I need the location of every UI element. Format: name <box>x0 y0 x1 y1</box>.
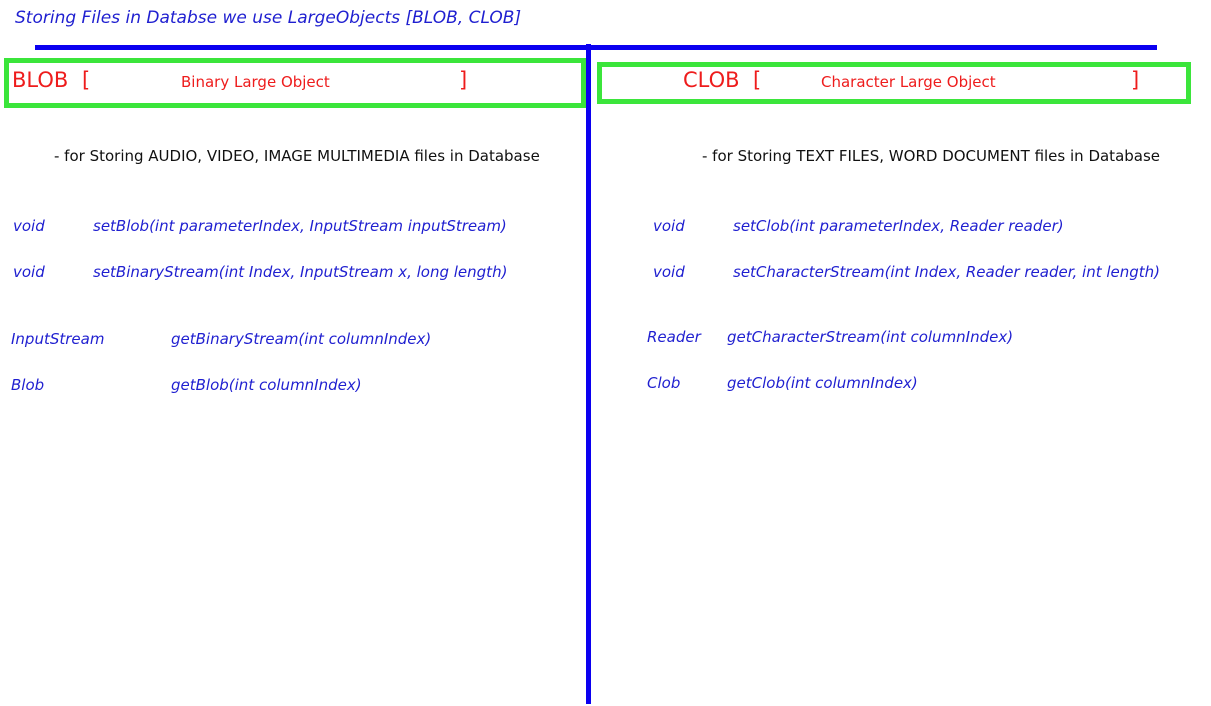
clob-setter-type: void <box>653 263 685 281</box>
clob-setter-signature: setCharacterStream(int Index, Reader rea… <box>733 263 1161 281</box>
blob-setter-signature: setBinaryStream(int Index, InputStream x… <box>93 263 508 281</box>
clob-close-bracket: ] <box>1131 68 1140 92</box>
clob-getter-type: Reader <box>647 328 701 346</box>
clob-heading: CLOB <box>683 68 740 92</box>
page-title: Storing Files in Databse we use LargeObj… <box>15 8 522 28</box>
blob-full-name: Binary Large Object <box>181 73 330 91</box>
clob-getter-type: Clob <box>647 374 681 392</box>
blob-description: - for Storing AUDIO, VIDEO, IMAGE MULTIM… <box>54 147 540 165</box>
clob-setter-type: void <box>653 217 685 235</box>
blob-open-bracket: [ <box>82 68 91 92</box>
blob-close-bracket: ] <box>459 68 468 92</box>
clob-description: - for Storing TEXT FILES, WORD DOCUMENT … <box>702 147 1161 165</box>
blob-getter-type: InputStream <box>11 330 105 348</box>
vertical-divider <box>586 44 591 704</box>
blob-getter-type: Blob <box>11 376 45 394</box>
blob-setter-type: void <box>13 263 45 281</box>
clob-setter-signature: setClob(int parameterIndex, Reader reade… <box>733 217 1064 235</box>
blob-getter-signature: getBlob(int columnIndex) <box>171 376 362 394</box>
blob-setter-signature: setBlob(int parameterIndex, InputStream … <box>93 217 507 235</box>
blob-setter-type: void <box>13 217 45 235</box>
blob-heading: BLOB <box>12 68 69 92</box>
blob-getter-signature: getBinaryStream(int columnIndex) <box>171 330 432 348</box>
clob-open-bracket: [ <box>753 68 762 92</box>
clob-full-name: Character Large Object <box>821 73 996 91</box>
clob-getter-signature: getClob(int columnIndex) <box>727 374 918 392</box>
clob-getter-signature: getCharacterStream(int columnIndex) <box>727 328 1014 346</box>
horizontal-divider <box>35 45 1157 50</box>
